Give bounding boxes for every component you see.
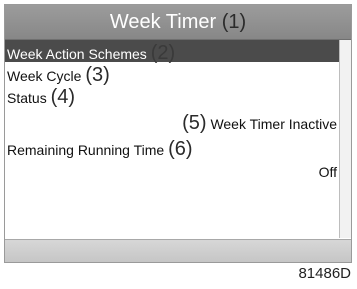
remaining-time-value: Off (318, 164, 337, 180)
menu-item-status[interactable]: Status (4) (5) Week Timer Inactive (5, 84, 339, 136)
controller-display: Week Timer (1) Week Action Schemes (2) W… (4, 4, 352, 263)
callout-4: (4) (50, 86, 76, 108)
status-value: Week Timer Inactive (210, 116, 337, 132)
menu-item-week-action-schemes[interactable]: Week Action Schemes (2) (5, 40, 339, 64)
menu-item-remaining-running-time[interactable]: Remaining Running Time (6) Off (5, 136, 339, 188)
screen-header: Week Timer (1) (5, 5, 351, 40)
menu-item-label: Week Action Schemes (7, 46, 147, 62)
menu-item-label: Week Cycle (7, 68, 82, 84)
scrollbar[interactable] (339, 40, 351, 238)
callout-6: (6) (168, 138, 193, 160)
callout-1: (1) (221, 11, 247, 33)
callout-5: (5) (182, 112, 207, 134)
callout-2: (2) (150, 42, 176, 64)
menu-item-label: Status (7, 90, 47, 106)
screen-title: Week Timer (109, 11, 217, 33)
menu-item-label: Remaining Running Time (7, 142, 165, 158)
figure-code: 81486D (298, 265, 351, 282)
callout-3: (3) (85, 64, 110, 86)
menu-list: Week Action Schemes (2) Week Cycle (3) S… (5, 40, 339, 238)
footer-bar (5, 239, 351, 262)
menu-item-week-cycle[interactable]: Week Cycle (3) (5, 62, 339, 86)
